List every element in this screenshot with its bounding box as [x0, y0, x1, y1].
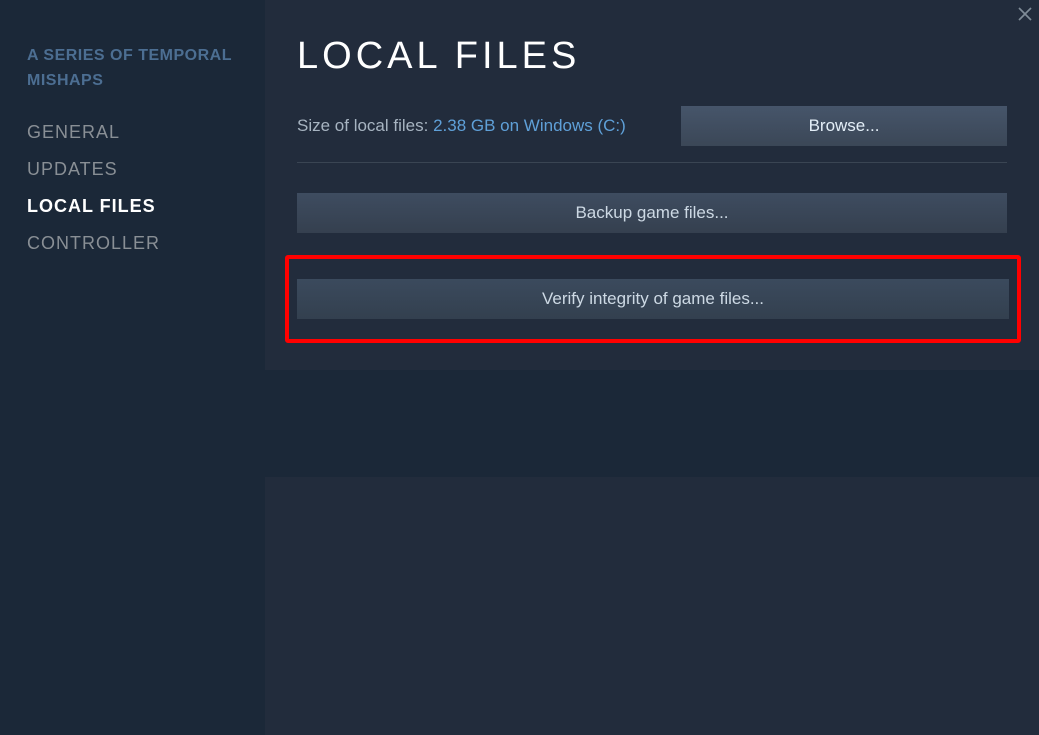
close-icon[interactable]	[1016, 5, 1034, 23]
main-content: LOCAL FILES Size of local files: 2.38 GB…	[265, 0, 1039, 343]
main-panel: LOCAL FILES Size of local files: 2.38 GB…	[265, 0, 1039, 370]
nav-item-updates[interactable]: UPDATES	[27, 159, 238, 180]
size-row: Size of local files: 2.38 GB on Windows …	[297, 106, 1007, 146]
divider	[297, 162, 1007, 163]
nav-item-local-files[interactable]: LOCAL FILES	[27, 196, 238, 217]
page-heading: LOCAL FILES	[297, 35, 1007, 78]
size-text: Size of local files: 2.38 GB on Windows …	[297, 116, 626, 136]
highlight-frame: Verify integrity of game files...	[285, 255, 1021, 343]
sidebar: A SERIES OF TEMPORAL MISHAPS GENERAL UPD…	[0, 0, 265, 735]
nav-item-controller[interactable]: CONTROLLER	[27, 233, 238, 254]
size-link[interactable]: 2.38 GB on Windows (C:)	[433, 116, 626, 135]
game-title: A SERIES OF TEMPORAL MISHAPS	[27, 44, 238, 94]
browse-button[interactable]: Browse...	[681, 106, 1007, 146]
backup-button[interactable]: Backup game files...	[297, 193, 1007, 233]
size-label: Size of local files:	[297, 116, 433, 135]
verify-button[interactable]: Verify integrity of game files...	[297, 279, 1009, 319]
lower-panel	[265, 477, 1039, 735]
nav-item-general[interactable]: GENERAL	[27, 122, 238, 143]
